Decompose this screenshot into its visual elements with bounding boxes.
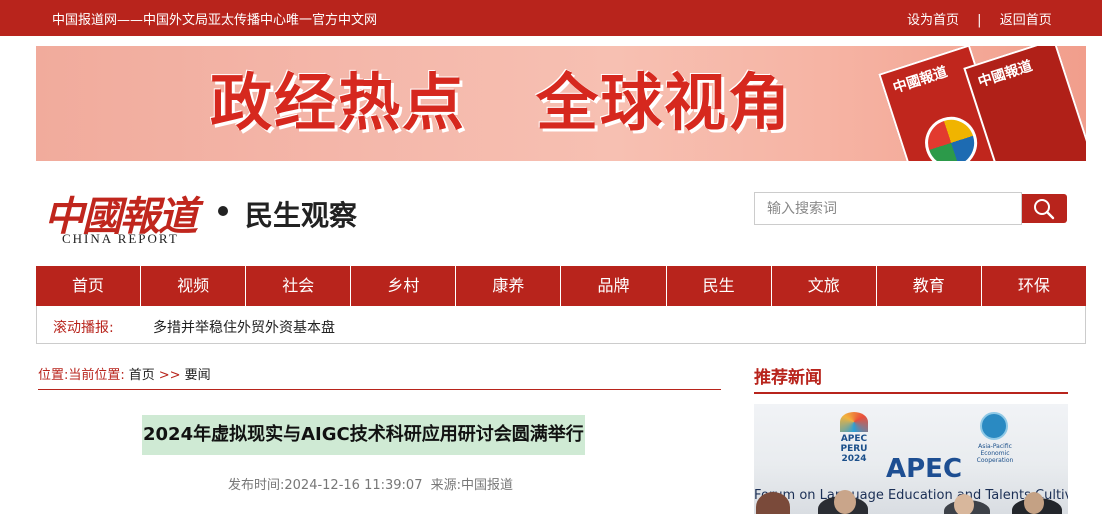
breadcrumb-home-link[interactable]: 首页	[129, 368, 155, 383]
magazine-masthead: 中國報道	[891, 64, 950, 97]
person-figure	[756, 492, 790, 514]
banner-slogan-right: 全球视角	[536, 66, 793, 139]
published-time: 2024-12-16 11:39:07	[284, 478, 423, 493]
source-label: 来源:	[430, 478, 461, 493]
published-label: 发布时间:	[228, 478, 285, 493]
search-input[interactable]	[754, 192, 1022, 225]
site-logo[interactable]: 中國報道 CHINA REPORT	[44, 184, 204, 248]
banner-slogan-left: 政经热点	[210, 66, 467, 139]
set-home-link[interactable]: 设为首页	[907, 9, 959, 28]
breadcrumb-arrow: >>	[158, 368, 181, 383]
apec-wordmark: APEC	[886, 454, 963, 484]
main-nav: 首页 视频 社会 乡村 康养 品牌 民生 文旅 教育 环保	[36, 266, 1086, 306]
nav-item-culture-travel[interactable]: 文旅	[772, 266, 877, 306]
top-bar: 中国报道网——中国外文局亚太传播中心唯一官方中文网 设为首页 | 返回首页	[0, 0, 1102, 36]
person-head	[834, 490, 856, 514]
ticker-headline[interactable]: 多措并举稳住外贸外资基本盘	[153, 317, 335, 337]
back-home-link[interactable]: 返回首页	[1000, 9, 1052, 28]
nav-item-brand[interactable]: 品牌	[561, 266, 667, 306]
article-title: 2024年虚拟现实与AIGC技术科研应用研讨会圆满举行	[142, 415, 585, 455]
top-links-separator: |	[977, 13, 982, 28]
search-box	[754, 192, 1067, 225]
nav-item-environment[interactable]: 环保	[982, 266, 1086, 306]
nav-item-education[interactable]: 教育	[877, 266, 982, 306]
apec-peru-logo-icon	[840, 412, 868, 432]
apec-globe-icon	[980, 412, 1008, 440]
nav-item-livelihood[interactable]: 民生	[667, 266, 772, 306]
logo-english: CHINA REPORT	[62, 231, 179, 246]
site-tagline: 中国报道网——中国外文局亚太传播中心唯一官方中文网	[52, 13, 378, 28]
recommended-news-title: 推荐新闻	[754, 363, 1068, 394]
search-icon	[1034, 199, 1055, 220]
bullet-dot-icon	[218, 206, 228, 216]
magazine-masthead: 中國報道	[976, 58, 1035, 91]
ticker-label: 滚动播报:	[53, 320, 114, 336]
search-button[interactable]	[1022, 194, 1067, 223]
nav-item-society[interactable]: 社会	[246, 266, 352, 306]
apec-logo-caption: Asia-Pacific Economic Cooperation	[976, 443, 1014, 464]
magazine-emblem-icon	[918, 110, 984, 161]
breadcrumb-prefix: 位置:当前位置:	[38, 368, 125, 383]
channel-title: 民生观察	[245, 199, 358, 232]
recommended-news-image[interactable]: APEC PERU 2024 Asia-Pacific Economic Coo…	[754, 404, 1068, 514]
news-ticker: 滚动播报: 多措并举稳住外贸外资基本盘	[36, 306, 1086, 344]
person-head	[954, 494, 974, 514]
top-banner[interactable]: 政经热点 全球视角 中國報道 中國報道	[36, 46, 1086, 161]
nav-item-home[interactable]: 首页	[36, 266, 142, 306]
nav-item-health[interactable]: 康养	[456, 266, 562, 306]
breadcrumb: 位置:当前位置: 首页 >> 要闻	[38, 364, 721, 390]
apec-peru-text: APEC PERU 2024	[840, 434, 868, 464]
nav-item-rural[interactable]: 乡村	[351, 266, 457, 306]
breadcrumb-current-link[interactable]: 要闻	[185, 368, 211, 383]
nav-item-video[interactable]: 视频	[141, 266, 247, 306]
person-head	[1024, 492, 1044, 514]
top-links: 设为首页 | 返回首页	[907, 9, 1052, 28]
article-meta: 发布时间:2024-12-16 11:39:07 来源:中国报道	[228, 474, 513, 493]
article-source: 中国报道	[461, 478, 514, 493]
